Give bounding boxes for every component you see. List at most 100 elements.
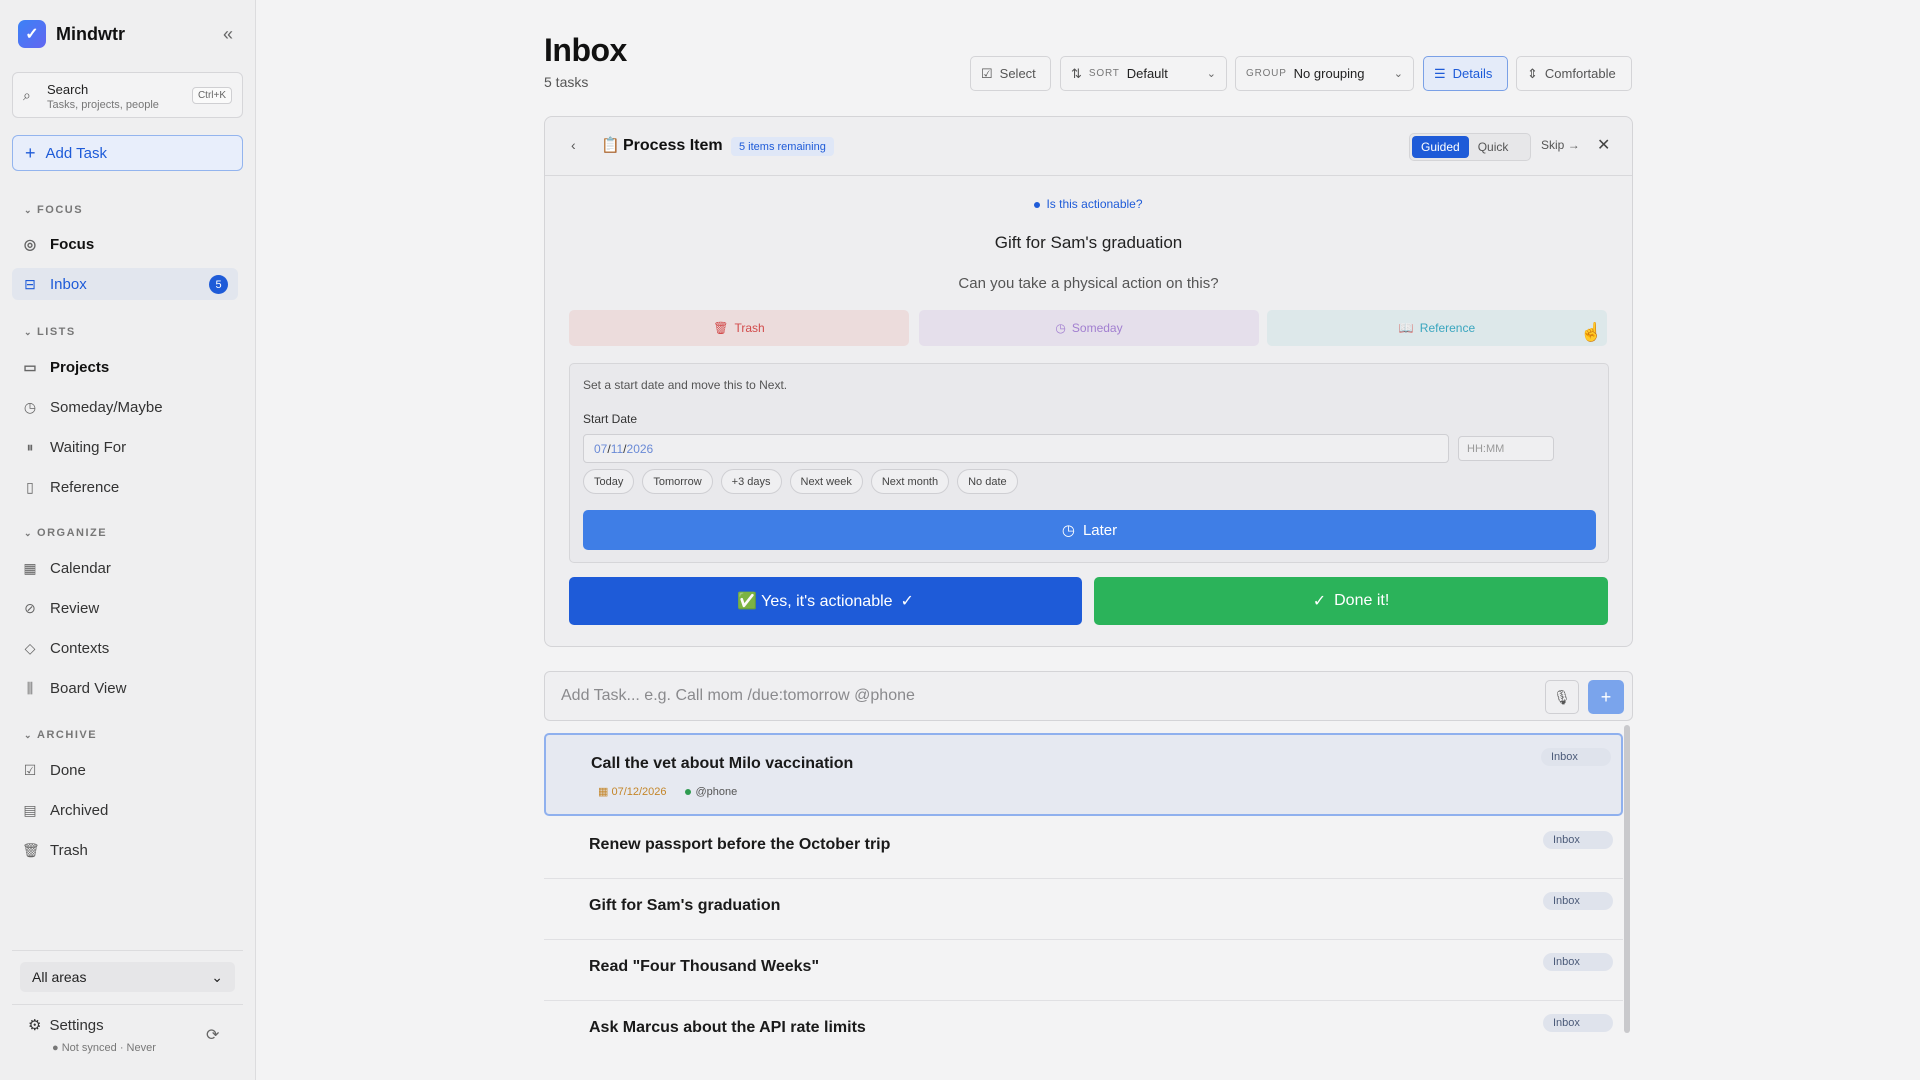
- sidebar-item-projects[interactable]: ▭ Projects: [12, 351, 238, 383]
- mode-guided-button[interactable]: Guided: [1412, 136, 1469, 158]
- group-label: GROUP: [1246, 68, 1287, 79]
- search-button[interactable]: ⌕ Search Tasks, projects, people Ctrl+K: [12, 72, 243, 118]
- start-date-label: Start Date: [583, 412, 638, 426]
- someday-option-label: Someday: [1071, 321, 1123, 335]
- sidebar: ✓ Mindwtr « ⌕ Search Tasks, projects, pe…: [0, 0, 256, 1080]
- sidebar-item-label: Projects: [50, 358, 110, 376]
- trash-option-button[interactable]: 🗑 Trash: [569, 310, 909, 346]
- sidebar-item-focus[interactable]: ◎ Focus: [12, 228, 238, 260]
- areas-select[interactable]: All areas ⌄: [20, 962, 235, 992]
- group-value: No grouping: [1293, 66, 1365, 81]
- sync-refresh-icon[interactable]: ⟳: [206, 1025, 219, 1045]
- task-title: Ask Marcus about the API rate limits: [589, 1019, 866, 1036]
- sidebar-item-calendar[interactable]: ▦ Calendar: [12, 552, 238, 584]
- close-icon[interactable]: ✕: [1597, 135, 1610, 155]
- task-list: Call the vet about Milo vaccination ▦ 07…: [544, 733, 1623, 1080]
- section-organize-label: ORGANIZE: [37, 527, 108, 539]
- kanban-icon: ⫼: [26, 679, 34, 696]
- task-meta: ▦ 07/12/2026 @phone: [598, 785, 737, 799]
- add-task-label: Add Task: [45, 144, 107, 162]
- hand-pointer-cursor-icon: ☝: [1580, 322, 1603, 342]
- sidebar-item-contexts[interactable]: ◇ Contexts: [12, 632, 238, 664]
- search-title: Search: [47, 82, 89, 97]
- app-logo-icon: ✓: [18, 20, 46, 48]
- section-focus[interactable]: ⌄ FOCUS: [24, 204, 83, 216]
- section-focus-label: FOCUS: [37, 204, 84, 216]
- plus-icon: +: [25, 142, 36, 163]
- add-task-button[interactable]: + Add Task: [12, 135, 243, 171]
- step-label: Is this actionable?: [1046, 197, 1143, 211]
- table-row[interactable]: Gift for Sam's graduation Inbox: [544, 879, 1623, 940]
- sidebar-item-waiting[interactable]: ⏸ Waiting For: [12, 431, 238, 463]
- microphone-icon[interactable]: 🎙: [1545, 680, 1579, 714]
- sort-value: Default: [1126, 66, 1168, 81]
- sidebar-item-archived[interactable]: ▤ Archived: [12, 794, 238, 826]
- item-title: Gift for Sam's graduation: [994, 233, 1183, 252]
- section-organize[interactable]: ⌄ ORGANIZE: [24, 527, 107, 539]
- quick-add-submit-button[interactable]: +: [1588, 680, 1624, 714]
- details-toggle[interactable]: ☰ Details: [1423, 56, 1508, 91]
- table-row[interactable]: Renew passport before the October trip I…: [544, 819, 1623, 879]
- question-text: Can you take a physical action on this?: [958, 275, 1219, 292]
- density-label: Comfortable: [1544, 66, 1616, 81]
- quick-add-bar: Add Task... e.g. Call mom /due:tomorrow …: [544, 671, 1633, 721]
- table-row[interactable]: Call the vet about Milo vaccination ▦ 07…: [544, 733, 1623, 816]
- page-title: Inbox: [544, 32, 627, 68]
- search-subtitle: Tasks, projects, people: [47, 99, 159, 111]
- done-it-button[interactable]: ✓ Done it!: [1094, 577, 1608, 625]
- start-date-input[interactable]: 07/11/2026: [583, 434, 1449, 463]
- sidebar-item-label: Someday/Maybe: [50, 398, 163, 416]
- sidebar-item-done[interactable]: ☑ Done: [12, 754, 238, 786]
- section-archive[interactable]: ⌄ ARCHIVE: [24, 729, 97, 741]
- later-button[interactable]: ◷ Later: [583, 510, 1596, 550]
- density-toggle[interactable]: ⇕ Comfortable: [1516, 56, 1632, 91]
- chip-3-days[interactable]: +3 days: [720, 469, 782, 494]
- chip-next-week[interactable]: Next week: [789, 469, 863, 494]
- someday-option-button[interactable]: ◷ Someday: [919, 310, 1259, 346]
- step-dot-icon: [1034, 201, 1041, 208]
- sidebar-item-label: Reference: [50, 478, 120, 496]
- select-button[interactable]: ☑ Select: [970, 56, 1051, 91]
- chip-today[interactable]: Today: [583, 469, 635, 494]
- start-time-input[interactable]: HH:MM: [1458, 436, 1554, 461]
- mode-toggle: Guided Quick: [1409, 133, 1531, 161]
- settings-button[interactable]: ⚙ Settings: [28, 1016, 104, 1035]
- actionable-yes-label: ✅ Yes, it's actionable: [737, 593, 893, 610]
- sidebar-item-trash[interactable]: 🗑 Trash: [12, 834, 238, 866]
- back-chevron-icon[interactable]: ‹: [571, 137, 576, 153]
- mode-quick-button[interactable]: Quick: [1469, 136, 1518, 158]
- status-badge: Inbox: [1543, 1014, 1613, 1032]
- chip-no-date[interactable]: No date: [957, 469, 1018, 494]
- list-icon: ☰: [1434, 65, 1446, 81]
- sort-icon: ⇅: [1071, 65, 1082, 81]
- table-row[interactable]: Read "Four Thousand Weeks" Inbox: [544, 940, 1623, 1001]
- sidebar-item-label: Inbox: [50, 275, 87, 293]
- task-list-scrollbar[interactable]: [1624, 725, 1630, 1033]
- reference-option-button[interactable]: 📖 Reference: [1267, 310, 1607, 346]
- calendar-icon: ▦: [23, 559, 37, 576]
- chevron-down-icon: ⌄: [1206, 68, 1216, 80]
- section-lists-label: LISTS: [37, 326, 76, 338]
- calendar-icon: ▦: [598, 786, 612, 798]
- expand-vertical-icon: ⇕: [1527, 65, 1538, 81]
- sidebar-item-reference[interactable]: ▯ Reference: [12, 471, 238, 503]
- sort-select[interactable]: ⇅ SORT Default ⌄: [1060, 56, 1227, 91]
- collapse-sidebar-icon[interactable]: «: [216, 22, 240, 46]
- divider: [12, 1004, 243, 1005]
- chip-next-month[interactable]: Next month: [870, 469, 950, 494]
- chip-tomorrow[interactable]: Tomorrow: [642, 469, 713, 494]
- sidebar-item-inbox[interactable]: ⊟ Inbox 5: [12, 268, 238, 300]
- sidebar-item-review[interactable]: ⊘ Review: [12, 592, 238, 624]
- sidebar-item-someday[interactable]: ◷ Someday/Maybe: [12, 391, 238, 423]
- trash-icon: 🗑: [713, 321, 729, 335]
- sidebar-item-board[interactable]: ⫼ Board View: [12, 672, 238, 704]
- app-name: Mindwtr: [56, 23, 125, 44]
- section-lists[interactable]: ⌄ LISTS: [24, 326, 76, 338]
- later-description: Set a start date and move this to Next.: [583, 378, 788, 392]
- table-row[interactable]: Ask Marcus about the API rate limits Inb…: [544, 1001, 1623, 1062]
- actionable-yes-button[interactable]: ✅ Yes, it's actionable ✓: [569, 577, 1082, 625]
- group-select[interactable]: GROUP No grouping ⌄: [1235, 56, 1414, 91]
- quick-add-input[interactable]: Add Task... e.g. Call mom /due:tomorrow …: [561, 687, 915, 705]
- skip-button[interactable]: Skip →: [1541, 138, 1580, 152]
- task-count: 5 tasks: [544, 74, 589, 90]
